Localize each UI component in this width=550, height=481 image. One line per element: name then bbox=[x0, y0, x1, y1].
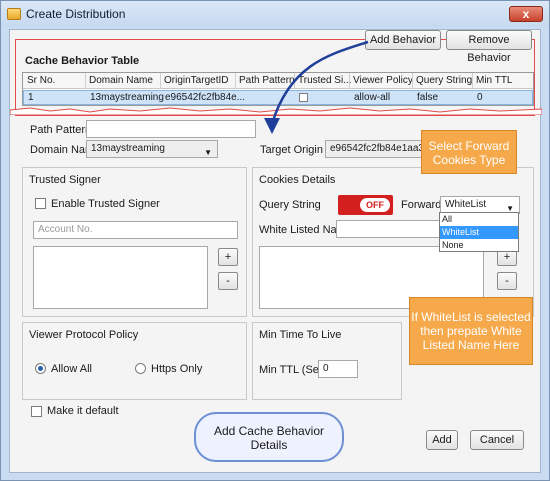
whitelist-callout: If WhiteList is selected then prepate Wh… bbox=[409, 297, 533, 365]
allow-all-radio[interactable] bbox=[35, 363, 46, 374]
viewer-protocol-group: Viewer Protocol Policy Allow All Https O… bbox=[22, 322, 247, 400]
app-icon bbox=[7, 8, 21, 20]
min-ttl-input[interactable]: 0 bbox=[318, 360, 358, 378]
make-default-label: Make it default bbox=[47, 405, 119, 417]
domain-name-value: 13maystreaming bbox=[91, 143, 165, 154]
cell-query-string: false bbox=[417, 92, 439, 103]
trusted-signer-list[interactable] bbox=[33, 246, 208, 309]
query-string-toggle[interactable]: OFF bbox=[338, 195, 393, 215]
enable-trusted-signer-checkbox[interactable] bbox=[35, 198, 46, 209]
col-domain-name[interactable]: Domain Name bbox=[89, 75, 153, 86]
cancel-button[interactable]: Cancel bbox=[470, 430, 524, 450]
col-min-ttl[interactable]: Min TTL bbox=[476, 75, 513, 86]
cache-behavior-table-title: Cache Behavior Table bbox=[25, 55, 140, 67]
add-account-button[interactable]: + bbox=[218, 248, 238, 266]
col-query-string[interactable]: Query String bbox=[416, 75, 472, 86]
forward-option-all[interactable]: All bbox=[440, 213, 518, 226]
arrow-pointer bbox=[264, 40, 369, 134]
col-origin-target-id[interactable]: OriginTargetID bbox=[164, 75, 228, 86]
cookies-details-title: Cookies Details bbox=[259, 174, 336, 186]
cell-min-ttl: 0 bbox=[477, 92, 483, 103]
close-button[interactable]: x bbox=[509, 6, 543, 22]
https-only-radio[interactable] bbox=[135, 363, 146, 374]
allow-all-label: Allow All bbox=[51, 363, 92, 375]
forward-dropdown-list[interactable]: All WhiteList None bbox=[439, 212, 519, 252]
target-origin-field: e96542fc2fb84e1aa3d8 bbox=[325, 140, 435, 158]
cell-origin-target-id: e96542fc2fb84e... bbox=[165, 92, 246, 103]
remove-account-button[interactable]: - bbox=[218, 272, 238, 290]
query-string-label: Query String bbox=[259, 199, 321, 211]
min-ttl-title: Min Time To Live bbox=[259, 329, 342, 341]
trusted-signer-group: Trusted Signer Enable Trusted Signer Acc… bbox=[22, 167, 247, 317]
remove-whitelist-button[interactable]: - bbox=[497, 272, 517, 290]
trusted-signer-title: Trusted Signer bbox=[29, 174, 101, 186]
domain-name-select[interactable]: 13maystreaming ▼ bbox=[86, 140, 218, 158]
https-only-label: Https Only bbox=[151, 363, 203, 375]
remove-behavior-button[interactable]: Remove Behavior bbox=[446, 30, 532, 64]
chevron-down-icon: ▼ bbox=[204, 148, 212, 157]
window-title: Create Distribution bbox=[26, 7, 126, 21]
make-default-checkbox[interactable] bbox=[31, 406, 42, 417]
account-no-input[interactable]: Account No. bbox=[33, 221, 238, 239]
path-pattern-input[interactable] bbox=[86, 120, 256, 138]
forward-label: Forward bbox=[401, 199, 442, 211]
forward-option-whitelist[interactable]: WhiteList bbox=[440, 226, 518, 239]
path-pattern-label: Path Pattern bbox=[30, 124, 92, 136]
enable-trusted-signer-label: Enable Trusted Signer bbox=[51, 198, 160, 210]
add-button[interactable]: Add bbox=[426, 430, 458, 450]
dialog-client-area: Add Behavior Remove Behavior Cache Behav… bbox=[9, 29, 542, 473]
create-distribution-window: Create Distribution x Add Behavior Remov… bbox=[0, 0, 550, 481]
title-bar: Create Distribution x bbox=[1, 1, 549, 27]
forward-cookies-callout: Select Forward Cookies Type bbox=[421, 130, 517, 174]
forward-option-none[interactable]: None bbox=[440, 239, 518, 252]
viewer-protocol-title: Viewer Protocol Policy bbox=[29, 329, 139, 341]
forward-value: WhiteList bbox=[445, 199, 487, 210]
min-ttl-group: Min Time To Live Min TTL (Sec.) 0 bbox=[252, 322, 402, 400]
toggle-label: OFF bbox=[360, 198, 390, 212]
cache-behavior-details-cloud: Add Cache Behavior Details bbox=[194, 412, 344, 462]
col-sr-no[interactable]: Sr No. bbox=[27, 75, 55, 86]
cell-sr-no: 1 bbox=[28, 92, 34, 103]
cell-domain-name: 13maystreaming bbox=[90, 92, 164, 103]
white-listed-name-input[interactable] bbox=[336, 220, 441, 238]
